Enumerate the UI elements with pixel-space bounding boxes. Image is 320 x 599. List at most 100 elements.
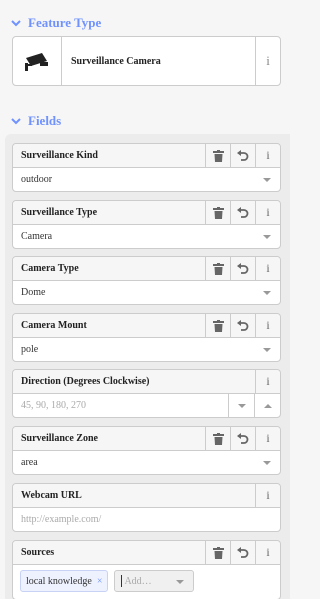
- field-direction: Direction (Degrees Clockwise) i 45, 90, …: [12, 369, 281, 418]
- preset-icon-cell: [13, 37, 62, 85]
- info-button[interactable]: i: [255, 314, 280, 337]
- info-icon: i: [266, 488, 270, 502]
- webcam-url-input[interactable]: http://example.com/: [13, 514, 280, 525]
- info-icon: i: [266, 545, 270, 559]
- undo-button[interactable]: [230, 541, 255, 564]
- chevron-down-icon: [263, 460, 271, 465]
- decrement-button[interactable]: [228, 394, 254, 417]
- delete-button[interactable]: [205, 541, 230, 564]
- info-button[interactable]: i: [255, 144, 280, 167]
- field-surveillance-kind: Surveillance Kind i outdoor: [12, 143, 281, 192]
- info-icon: i: [266, 205, 270, 219]
- delete-button[interactable]: [205, 427, 230, 450]
- feature-type-header: Feature Type: [28, 15, 102, 30]
- info-button[interactable]: i: [255, 484, 280, 507]
- remove-chip-icon[interactable]: ×: [97, 576, 103, 587]
- field-value[interactable]: Dome: [13, 287, 254, 298]
- info-button[interactable]: i: [255, 427, 280, 450]
- field-value[interactable]: Camera: [13, 231, 254, 242]
- field-webcam-url: Webcam URL i http://example.com/: [12, 483, 281, 532]
- field-value[interactable]: area: [13, 457, 254, 468]
- field-label: Surveillance Zone: [21, 433, 98, 444]
- chevron-down-icon: [11, 118, 21, 125]
- chevron-down-icon: [263, 177, 271, 182]
- field-sources: Sources i local knowledge × Add…: [12, 540, 281, 599]
- preset-info-button[interactable]: i: [255, 37, 280, 85]
- add-placeholder: Add…: [124, 575, 152, 587]
- feature-type-toggle[interactable]: Feature Type: [10, 15, 101, 31]
- fields-header: Fields: [28, 113, 62, 128]
- field-camera-mount: Camera Mount i pole: [12, 313, 281, 362]
- chevron-down-icon: [176, 580, 185, 584]
- undo-button[interactable]: [230, 144, 255, 167]
- trash-icon: [212, 262, 224, 275]
- chevron-down-icon: [263, 347, 271, 352]
- combo-caret[interactable]: [254, 338, 280, 361]
- preset-name: Surveillance Camera: [71, 55, 161, 67]
- combo-caret[interactable]: [254, 225, 280, 248]
- preset-list-item[interactable]: Surveillance Camera i: [12, 36, 281, 86]
- combo-caret[interactable]: [254, 451, 280, 474]
- info-icon: i: [266, 148, 270, 162]
- undo-icon: [237, 149, 249, 161]
- undo-icon: [237, 432, 249, 444]
- info-icon: i: [266, 318, 270, 332]
- undo-button[interactable]: [230, 201, 255, 224]
- info-button[interactable]: i: [255, 257, 280, 280]
- field-surveillance-zone: Surveillance Zone i area: [12, 426, 281, 475]
- field-label: Sources: [21, 547, 55, 558]
- trash-icon: [212, 206, 224, 219]
- combo-caret[interactable]: [254, 168, 280, 191]
- field-label: Surveillance Kind: [21, 150, 98, 161]
- undo-button[interactable]: [230, 257, 255, 280]
- chevron-down-icon: [263, 290, 271, 295]
- chip-label: local knowledge: [26, 575, 92, 587]
- undo-button[interactable]: [230, 427, 255, 450]
- info-button[interactable]: i: [255, 201, 280, 224]
- direction-input[interactable]: 45, 90, 180, 270: [13, 400, 228, 411]
- undo-icon: [237, 546, 249, 558]
- combo-field[interactable]: area: [13, 451, 280, 474]
- trash-icon: [212, 432, 224, 445]
- increment-button[interactable]: [254, 394, 280, 417]
- field-label: Webcam URL: [21, 490, 82, 501]
- multi-combo: local knowledge × Add…: [13, 565, 280, 592]
- field-value[interactable]: outdoor: [13, 174, 254, 185]
- number-field[interactable]: 45, 90, 180, 270: [13, 394, 280, 417]
- trash-icon: [212, 149, 224, 162]
- delete-button[interactable]: [205, 257, 230, 280]
- info-button[interactable]: i: [255, 541, 280, 564]
- combo-field[interactable]: Camera: [13, 225, 280, 248]
- chevron-up-icon: [263, 403, 272, 408]
- info-icon: i: [266, 374, 270, 388]
- field-value[interactable]: pole: [13, 344, 254, 355]
- info-icon: i: [266, 261, 270, 275]
- undo-icon: [237, 206, 249, 218]
- chevron-down-icon: [237, 403, 246, 408]
- text-cursor: [121, 575, 123, 587]
- info-button[interactable]: i: [255, 370, 280, 393]
- url-field[interactable]: http://example.com/: [13, 508, 280, 531]
- fields-toggle[interactable]: Fields: [10, 113, 61, 129]
- info-icon: i: [266, 53, 270, 68]
- combo-field[interactable]: Dome: [13, 281, 280, 304]
- delete-button[interactable]: [205, 144, 230, 167]
- combo-field[interactable]: pole: [13, 338, 280, 361]
- combo-field[interactable]: outdoor: [13, 168, 280, 191]
- surveillance-camera-icon: [25, 53, 48, 71]
- field-label: Camera Type: [21, 263, 79, 274]
- chevron-down-icon: [11, 20, 21, 27]
- delete-button[interactable]: [205, 201, 230, 224]
- field-label: Direction (Degrees Clockwise): [21, 376, 150, 387]
- field-camera-type: Camera Type i Dome: [12, 256, 281, 305]
- source-chip[interactable]: local knowledge ×: [20, 570, 109, 592]
- add-source-input[interactable]: Add…: [114, 570, 195, 592]
- info-icon: i: [266, 431, 270, 445]
- undo-button[interactable]: [230, 314, 255, 337]
- trash-icon: [212, 546, 224, 559]
- field-label: Camera Mount: [21, 320, 87, 331]
- trash-icon: [212, 319, 224, 332]
- delete-button[interactable]: [205, 314, 230, 337]
- combo-caret[interactable]: [254, 281, 280, 304]
- undo-icon: [237, 262, 249, 274]
